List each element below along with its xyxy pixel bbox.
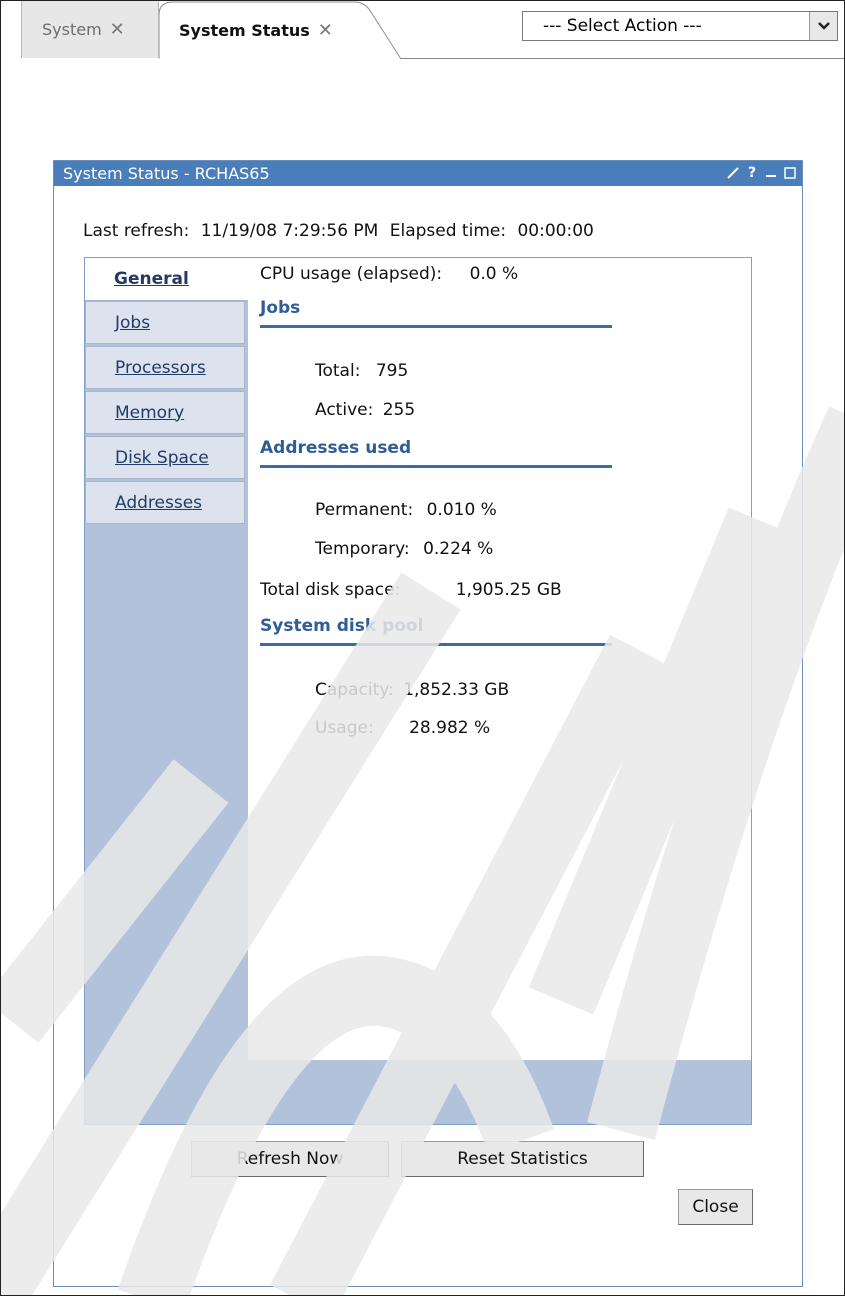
sidebar: General Jobs Processors Memory Disk Spac… [85,258,248,1060]
close-icon[interactable]: ✕ [110,19,125,40]
portlet-title: System Status - RCHAS65 [63,164,270,183]
minimize-icon[interactable] [763,164,779,182]
tab-bar-divider [401,58,844,59]
pool-capacity-row: Capacity: 1,852.33 GB [315,680,509,700]
pool-usage-row: Usage: 28.982 % [315,718,490,738]
pool-capacity-label: Capacity: [315,680,394,700]
close-button[interactable]: Close [678,1189,753,1225]
refresh-now-button[interactable]: Refresh Now [191,1141,389,1177]
panel-footer-band [85,1060,751,1124]
section-addresses-heading: Addresses used [260,438,612,468]
close-icon[interactable]: ✕ [318,20,333,41]
refresh-info: Last refresh: 11/19/08 7:29:56 PM Elapse… [83,221,594,241]
portlet-titlebar: System Status - RCHAS65 ? [54,161,802,186]
tab-system-label: System [42,20,102,39]
select-action-dropdown[interactable]: --- Select Action --- [522,11,838,41]
tab-jobs[interactable]: Jobs [85,301,245,344]
total-disk-row: Total disk space: 1,905.25 GB [260,580,562,600]
tab-addresses[interactable]: Addresses [85,481,245,524]
cpu-usage-row: CPU usage (elapsed): 0.0 % [260,264,518,284]
section-disk-pool-heading: System disk pool [260,616,612,646]
section-jobs-heading: Jobs [260,298,612,328]
system-status-portlet: System Status - RCHAS65 ? Last refresh: … [53,160,803,1287]
reset-statistics-button[interactable]: Reset Statistics [401,1141,644,1177]
tab-general[interactable]: General [85,258,248,301]
elapsed-time-label: Elapsed time: [389,221,507,241]
chevron-down-icon[interactable] [809,12,837,40]
total-disk-label: Total disk space: [260,580,401,600]
tab-memory[interactable]: Memory [85,391,245,434]
maximize-icon[interactable] [782,164,798,182]
jobs-total-value: 795 [375,361,409,381]
last-refresh-value: 11/19/08 7:29:56 PM [200,221,379,241]
general-content: CPU usage (elapsed): 0.0 % Jobs Total: 7… [248,258,751,1060]
tab-system-status[interactable]: System Status ✕ [159,1,401,59]
pool-capacity-value: 1,852.33 GB [403,680,510,700]
addresses-temporary-label: Temporary: [315,539,410,559]
addresses-temporary-row: Temporary: 0.224 % [315,539,493,559]
jobs-active-row: Active: 255 [315,400,415,420]
addresses-temporary-value: 0.224 % [423,539,494,559]
help-icon[interactable]: ? [744,164,760,182]
elapsed-time-value: 00:00:00 [517,221,594,241]
total-disk-value: 1,905.25 GB [455,580,562,600]
jobs-total-row: Total: 795 [315,361,408,381]
page-frame: System ✕ System Status ✕ --- Select Acti… [0,0,845,1296]
tab-disk-space[interactable]: Disk Space [85,436,245,479]
edit-icon[interactable] [725,164,741,182]
jobs-active-value: 255 [382,400,416,420]
tab-system-status-label: System Status [179,20,310,40]
pool-usage-value: 28.982 % [409,718,491,738]
status-panel: General Jobs Processors Memory Disk Spac… [84,257,752,1125]
select-action-value: --- Select Action --- [543,16,702,36]
last-refresh-label: Last refresh: [83,221,190,241]
addresses-permanent-row: Permanent: 0.010 % [315,500,497,520]
addresses-permanent-value: 0.010 % [426,500,497,520]
tab-system[interactable]: System ✕ [21,1,159,58]
jobs-active-label: Active: [315,400,374,420]
cpu-usage-value: 0.0 % [469,264,519,284]
addresses-permanent-label: Permanent: [315,500,414,520]
pool-usage-label: Usage: [315,718,374,738]
portlet-controls: ? [725,164,798,182]
cpu-usage-label: CPU usage (elapsed): [260,264,443,284]
tab-bar: System ✕ System Status ✕ --- Select Acti… [1,1,844,59]
jobs-total-label: Total: [315,361,361,381]
tab-processors[interactable]: Processors [85,346,245,389]
